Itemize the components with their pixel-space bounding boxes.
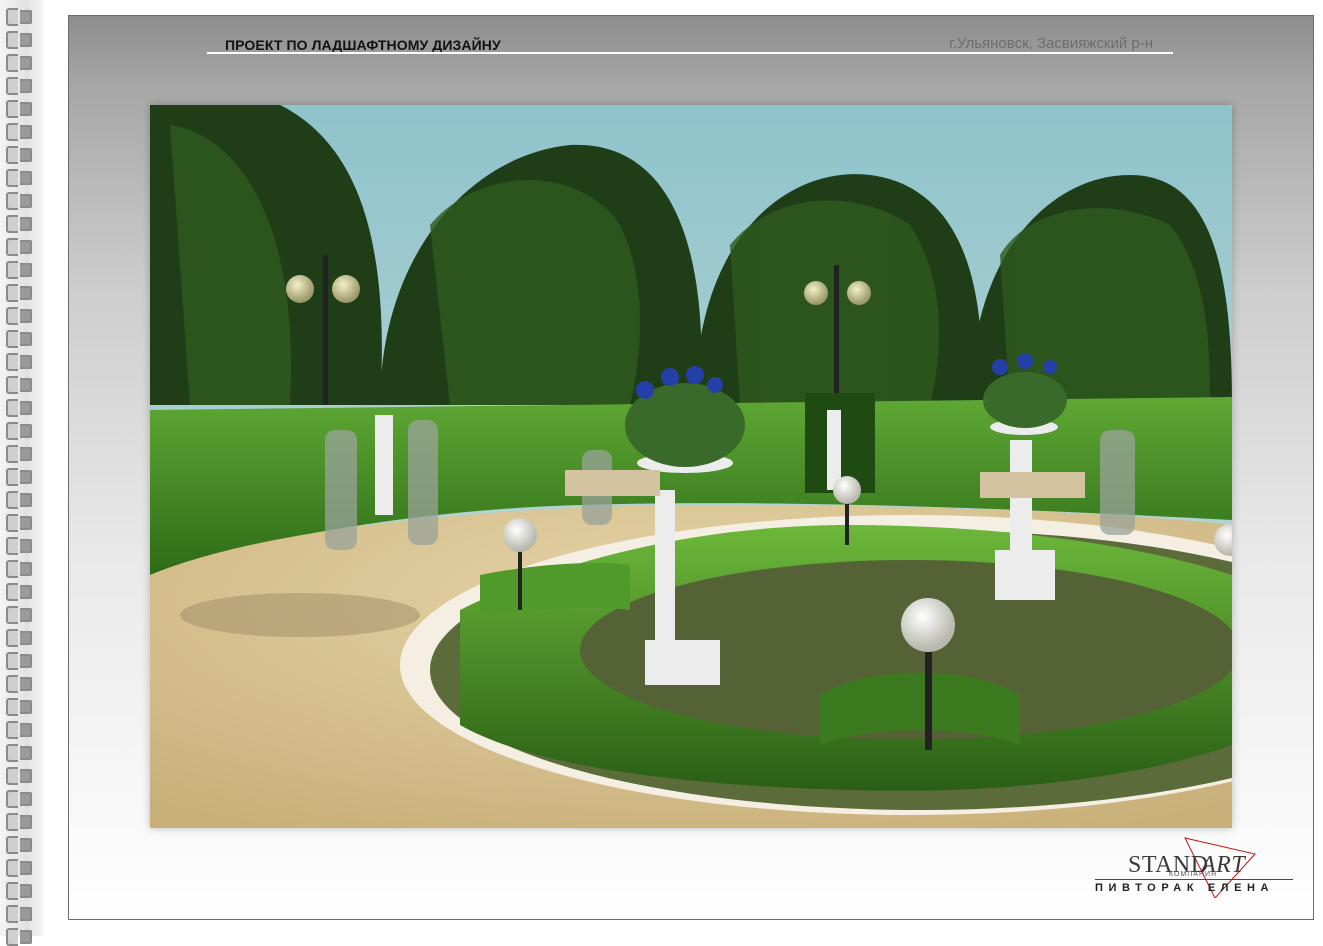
binding-ring	[6, 215, 34, 233]
binding-ring	[6, 169, 34, 187]
binding-ring	[6, 330, 34, 348]
binding-ring	[6, 376, 34, 394]
binding-ring	[6, 146, 34, 164]
designer-name: ПИВТОРАК ЕЛЕНА	[1095, 882, 1275, 894]
binding-ring	[6, 744, 34, 762]
project-location: г.Ульяновск, Засвияжский р-н	[949, 35, 1153, 52]
binding-ring	[6, 606, 34, 624]
binding-ring	[6, 836, 34, 854]
binding-ring	[6, 491, 34, 509]
binding-ring	[6, 583, 34, 601]
binding-ring	[6, 192, 34, 210]
binding-ring	[6, 652, 34, 670]
binding-ring	[6, 238, 34, 256]
binding-ring	[6, 767, 34, 785]
binding-ring	[6, 31, 34, 49]
binding-ring	[6, 54, 34, 72]
binding-ring	[6, 790, 34, 808]
garden-render-image	[150, 105, 1232, 828]
binding-ring	[6, 353, 34, 371]
header-rule	[207, 52, 1173, 54]
binding-ring	[6, 813, 34, 831]
binding-ring	[6, 675, 34, 693]
binding-ring	[6, 422, 34, 440]
binding-ring	[6, 514, 34, 532]
binding-ring	[6, 882, 34, 900]
binding-ring	[6, 560, 34, 578]
binding-ring	[6, 698, 34, 716]
binding-ring	[6, 307, 34, 325]
company-logo: STAND ART КОМПАНИЯ ПИВТОРАК ЕЛЕНА	[1095, 836, 1295, 898]
binding-ring	[6, 100, 34, 118]
page-header: ПРОЕКТ ПО ЛАДШАФТНОМУ ДИЗАЙНУ г.Ульяновс…	[207, 35, 1173, 56]
binding-ring	[6, 445, 34, 463]
spiral-binding	[0, 0, 44, 946]
binding-ring	[6, 928, 34, 946]
binding-ring	[6, 537, 34, 555]
project-title: ПРОЕКТ ПО ЛАДШАФТНОМУ ДИЗАЙНУ	[225, 37, 501, 53]
binding-ring	[6, 123, 34, 141]
binding-ring	[6, 721, 34, 739]
binding-ring	[6, 399, 34, 417]
binding-ring	[6, 284, 34, 302]
logo-red-line	[1095, 879, 1293, 880]
binding-ring	[6, 629, 34, 647]
binding-ring	[6, 8, 34, 26]
binding-ring	[6, 905, 34, 923]
binding-ring	[6, 468, 34, 486]
binding-ring	[6, 261, 34, 279]
logo-company-label: КОМПАНИЯ	[1169, 871, 1218, 878]
binding-ring	[6, 77, 34, 95]
binding-ring	[6, 859, 34, 877]
